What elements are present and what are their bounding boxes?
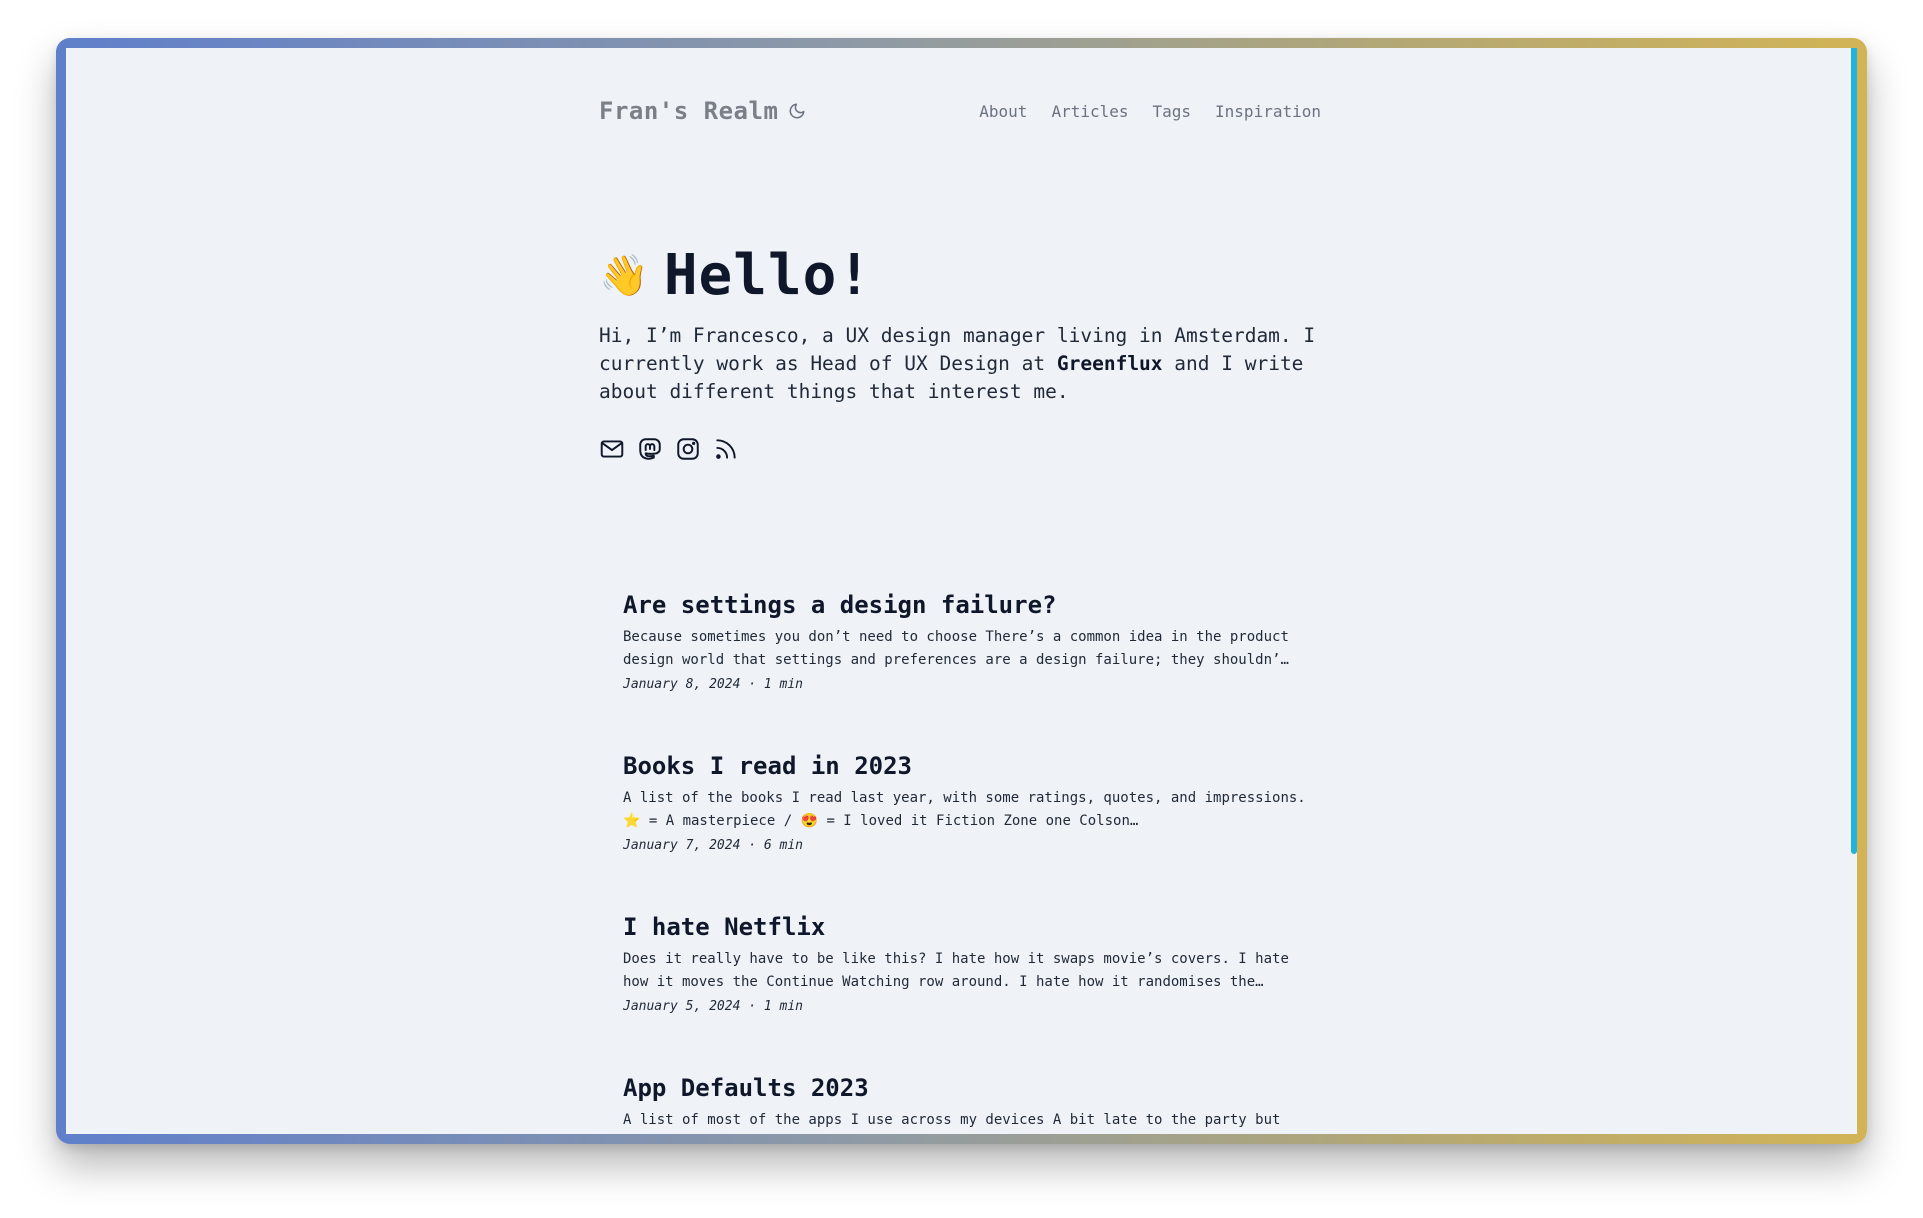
scrollbar-thumb[interactable] [1851, 48, 1857, 854]
article-meta: January 8, 2024 · 1 min [623, 677, 804, 692]
article-title: Books I read in 2023 [623, 749, 1313, 783]
article-excerpt: A list of the books I read last year, wi… [623, 790, 1306, 829]
article-excerpt: A list of most of the apps I use across … [623, 1112, 1281, 1128]
article-list: Are settings a design failure? Because s… [623, 588, 1313, 1134]
article-excerpt: Does it really have to be like this? I h… [623, 951, 1289, 990]
article-item[interactable]: Books I read in 2023 A list of the books… [623, 749, 1313, 910]
site-header: Fran's Realm About Articles Tags Inspira… [599, 86, 1321, 136]
nav-link-tags[interactable]: Tags [1153, 102, 1192, 121]
article-title: I hate Netflix [623, 910, 1313, 944]
article-title: Are settings a design failure? [623, 588, 1313, 622]
article-item[interactable]: Are settings a design failure? Because s… [623, 588, 1313, 749]
article-item[interactable]: I hate Netflix Does it really have to be… [623, 910, 1313, 1071]
article-item[interactable]: App Defaults 2023 A list of most of the … [623, 1071, 1313, 1134]
article-excerpt: Because sometimes you don’t need to choo… [623, 629, 1289, 668]
hero-heading: 👋 Hello! [599, 243, 1321, 308]
rss-icon[interactable] [713, 436, 739, 462]
mastodon-icon[interactable] [637, 436, 663, 462]
main-nav: About Articles Tags Inspiration [979, 102, 1321, 121]
nav-link-about[interactable]: About [979, 102, 1027, 121]
mail-icon[interactable] [599, 436, 625, 462]
window-frame: Fran's Realm About Articles Tags Inspira… [56, 38, 1867, 1144]
article-title-link[interactable]: Are settings a design failure? [623, 591, 1056, 619]
company-name: Greenflux [1056, 352, 1163, 375]
article-title-link[interactable]: I hate Netflix [623, 913, 825, 941]
nav-link-articles[interactable]: Articles [1051, 102, 1128, 121]
article-title-link[interactable]: App Defaults 2023 [623, 1074, 869, 1102]
nav-link-inspiration[interactable]: Inspiration [1215, 102, 1321, 121]
article-title: App Defaults 2023 [623, 1071, 1313, 1105]
article-title-link[interactable]: Books I read in 2023 [623, 752, 912, 780]
site-title-link[interactable]: Fran's Realm [599, 97, 778, 125]
waving-hand-icon: 👋 [599, 252, 650, 299]
instagram-icon[interactable] [675, 436, 701, 462]
moon-icon[interactable] [788, 102, 806, 120]
hero-heading-text: Hello! [663, 243, 873, 308]
article-meta: January 7, 2024 · 6 min [623, 838, 804, 853]
social-links [599, 436, 1321, 462]
hero-section: 👋 Hello! Hi, I’m Francesco, a UX design … [599, 243, 1321, 462]
browser-viewport: Fran's Realm About Articles Tags Inspira… [66, 48, 1857, 1134]
article-meta: January 5, 2024 · 1 min [623, 999, 804, 1014]
hero-intro: Hi, I’m Francesco, a UX design manager l… [599, 322, 1321, 406]
